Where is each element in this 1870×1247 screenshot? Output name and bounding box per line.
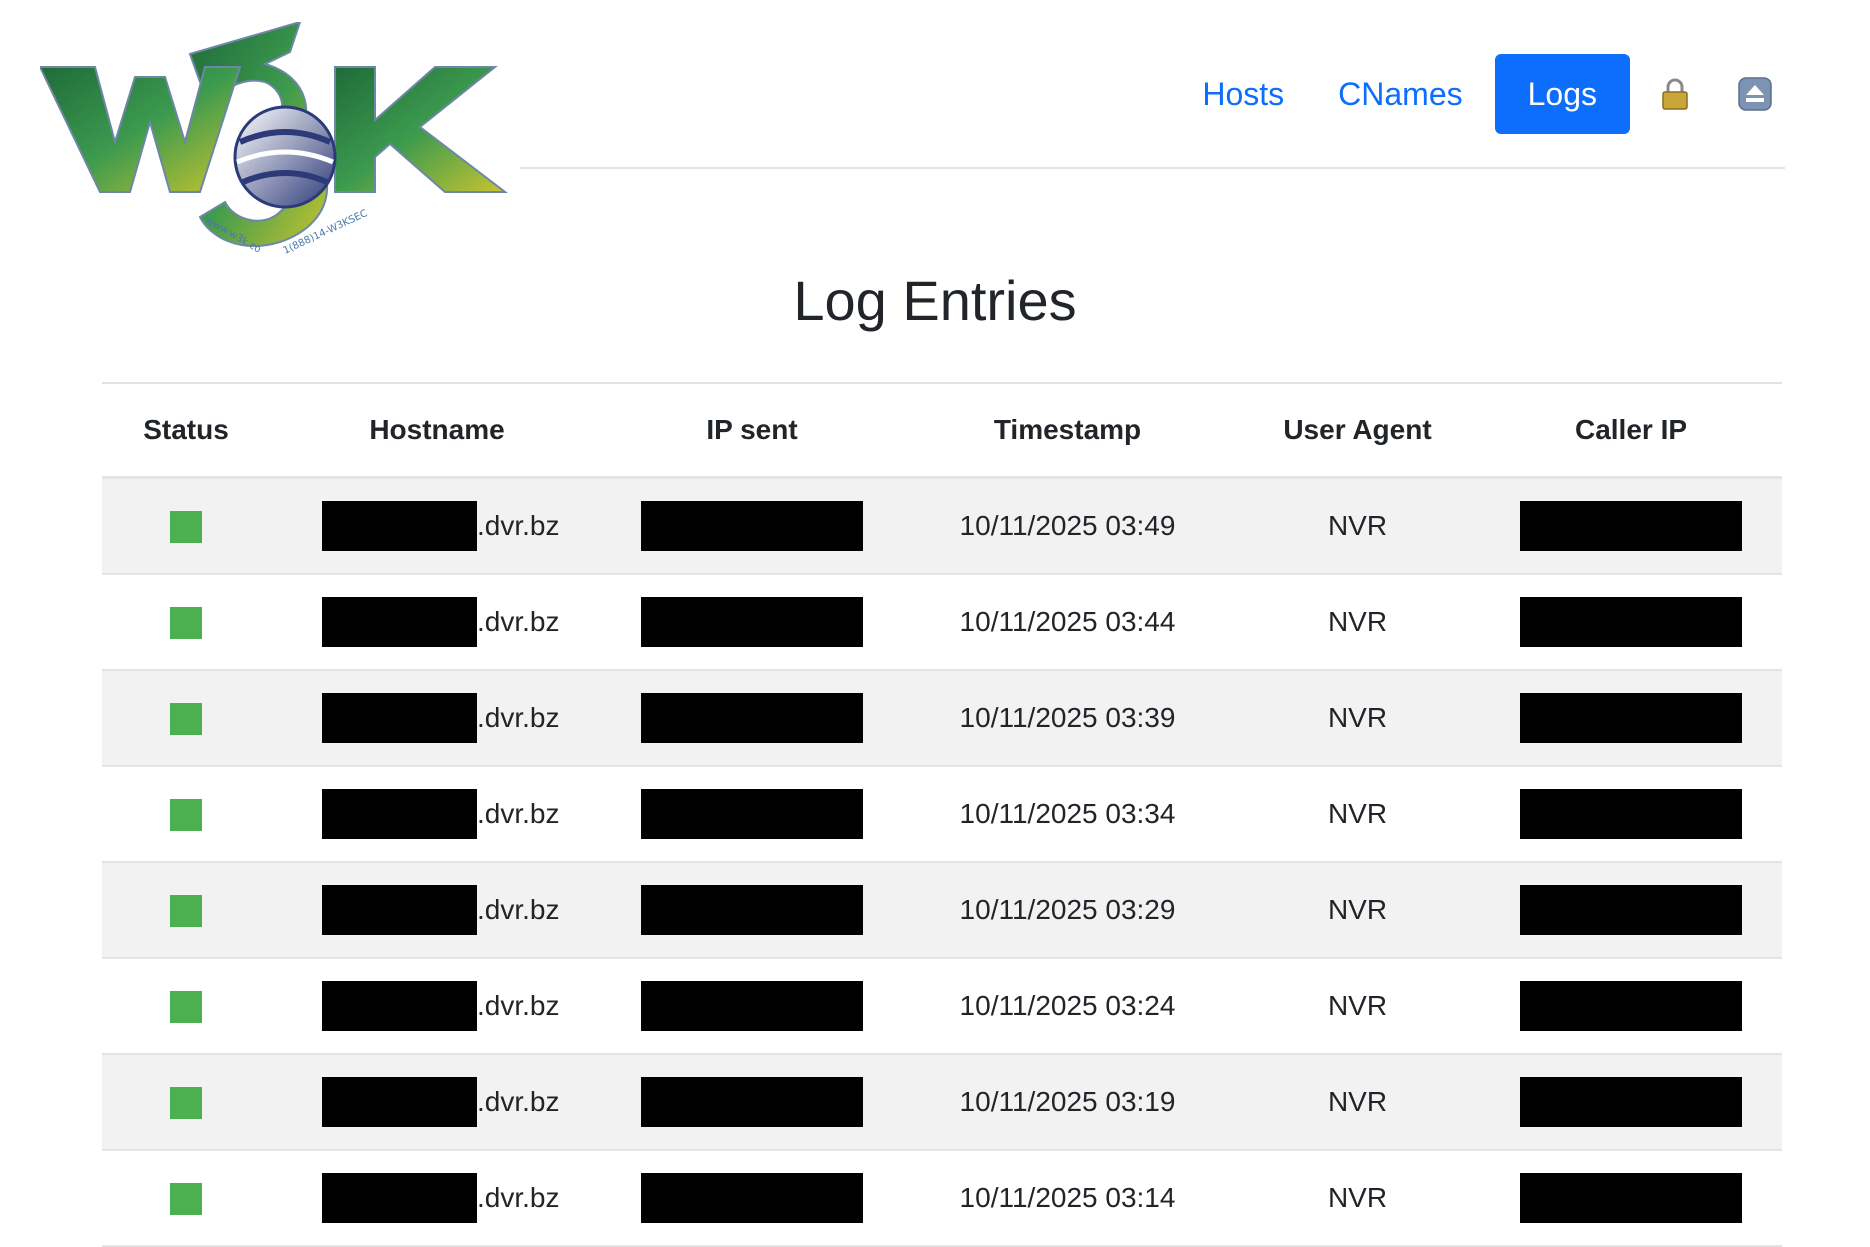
table-row: .dvr.bz 10/11/2025 03:39 NVR <box>102 670 1782 767</box>
user-agent-cell: NVR <box>1235 670 1480 767</box>
status-ok-indicator <box>170 894 202 927</box>
hostname-suffix: .dvr.bz <box>477 1182 560 1213</box>
redacted-hostname <box>322 597 477 647</box>
table-row: .dvr.bz 10/11/2025 03:49 NVR <box>102 477 1782 575</box>
column-header-timestamp[interactable]: Timestamp <box>900 383 1235 478</box>
user-agent-cell: NVR <box>1235 862 1480 959</box>
column-header-status[interactable]: Status <box>102 383 270 478</box>
nav-link-hosts[interactable]: Hosts <box>1180 54 1306 134</box>
hostname-suffix: .dvr.bz <box>477 894 560 925</box>
hostname-suffix: .dvr.bz <box>477 606 560 637</box>
hostname-suffix: .dvr.bz <box>477 1086 560 1117</box>
redacted-hostname <box>322 789 477 839</box>
status-ok-indicator <box>170 1086 202 1119</box>
status-ok-indicator <box>170 798 202 831</box>
table-row: .dvr.bz 10/11/2025 03:24 NVR <box>102 958 1782 1055</box>
lock-icon[interactable] <box>1640 54 1710 134</box>
column-header-user-agent[interactable]: User Agent <box>1235 383 1480 478</box>
redacted-hostname <box>322 981 477 1031</box>
log-table: Status Hostname IP sent Timestamp User A… <box>102 382 1782 1247</box>
status-ok-indicator <box>170 990 202 1023</box>
log-table-container: Status Hostname IP sent Timestamp User A… <box>102 382 1782 1247</box>
eject-icon[interactable] <box>1720 54 1790 134</box>
redacted-caller-ip <box>1520 885 1742 935</box>
table-row: .dvr.bz 10/11/2025 03:44 NVR <box>102 574 1782 671</box>
column-header-hostname[interactable]: Hostname <box>270 383 604 478</box>
redacted-ip-sent <box>641 597 863 647</box>
status-ok-indicator <box>170 510 202 543</box>
timestamp-cell: 10/11/2025 03:44 <box>900 574 1235 671</box>
nav-divider <box>520 167 1785 169</box>
redacted-ip-sent <box>641 1077 863 1127</box>
top-nav: Hosts CNames Logs <box>1180 54 1790 134</box>
nav-link-logs[interactable]: Logs <box>1494 54 1630 134</box>
status-ok-indicator <box>170 1182 202 1215</box>
page-title: Log Entries <box>793 269 1077 332</box>
user-agent-cell: NVR <box>1235 574 1480 671</box>
table-row: .dvr.bz 10/11/2025 03:19 NVR <box>102 1054 1782 1151</box>
w3k-logo: www.w3k.co 1(888)14-W3KSEC <box>40 22 520 272</box>
user-agent-cell: NVR <box>1235 766 1480 863</box>
redacted-hostname <box>322 1077 477 1127</box>
column-header-caller-ip[interactable]: Caller IP <box>1480 383 1782 478</box>
timestamp-cell: 10/11/2025 03:29 <box>900 862 1235 959</box>
redacted-caller-ip <box>1520 1077 1742 1127</box>
table-header-row: Status Hostname IP sent Timestamp User A… <box>102 383 1782 478</box>
redacted-ip-sent <box>641 501 863 551</box>
redacted-caller-ip <box>1520 501 1742 551</box>
timestamp-cell: 10/11/2025 03:34 <box>900 766 1235 863</box>
nav-link-cnames[interactable]: CNames <box>1316 54 1484 134</box>
redacted-caller-ip <box>1520 693 1742 743</box>
user-agent-cell: NVR <box>1235 958 1480 1055</box>
redacted-ip-sent <box>641 789 863 839</box>
column-header-ip-sent[interactable]: IP sent <box>604 383 900 478</box>
redacted-caller-ip <box>1520 1173 1742 1223</box>
redacted-hostname <box>322 693 477 743</box>
redacted-hostname <box>322 501 477 551</box>
redacted-ip-sent <box>641 693 863 743</box>
table-row: .dvr.bz 10/11/2025 03:29 NVR <box>102 862 1782 959</box>
hostname-suffix: .dvr.bz <box>477 702 560 733</box>
table-row: .dvr.bz 10/11/2025 03:34 NVR <box>102 766 1782 863</box>
redacted-ip-sent <box>641 885 863 935</box>
hostname-suffix: .dvr.bz <box>477 990 560 1021</box>
redacted-hostname <box>322 1173 477 1223</box>
timestamp-cell: 10/11/2025 03:39 <box>900 670 1235 767</box>
redacted-caller-ip <box>1520 597 1742 647</box>
redacted-caller-ip <box>1520 981 1742 1031</box>
redacted-ip-sent <box>641 1173 863 1223</box>
timestamp-cell: 10/11/2025 03:24 <box>900 958 1235 1055</box>
user-agent-cell: NVR <box>1235 477 1480 575</box>
status-ok-indicator <box>170 702 202 735</box>
status-ok-indicator <box>170 606 202 639</box>
table-row: .dvr.bz 10/11/2025 03:14 NVR <box>102 1150 1782 1247</box>
redacted-ip-sent <box>641 981 863 1031</box>
user-agent-cell: NVR <box>1235 1150 1480 1247</box>
timestamp-cell: 10/11/2025 03:49 <box>900 477 1235 575</box>
hostname-suffix: .dvr.bz <box>477 510 560 541</box>
redacted-hostname <box>322 885 477 935</box>
timestamp-cell: 10/11/2025 03:19 <box>900 1054 1235 1151</box>
timestamp-cell: 10/11/2025 03:14 <box>900 1150 1235 1247</box>
user-agent-cell: NVR <box>1235 1054 1480 1151</box>
redacted-caller-ip <box>1520 789 1742 839</box>
hostname-suffix: .dvr.bz <box>477 798 560 829</box>
